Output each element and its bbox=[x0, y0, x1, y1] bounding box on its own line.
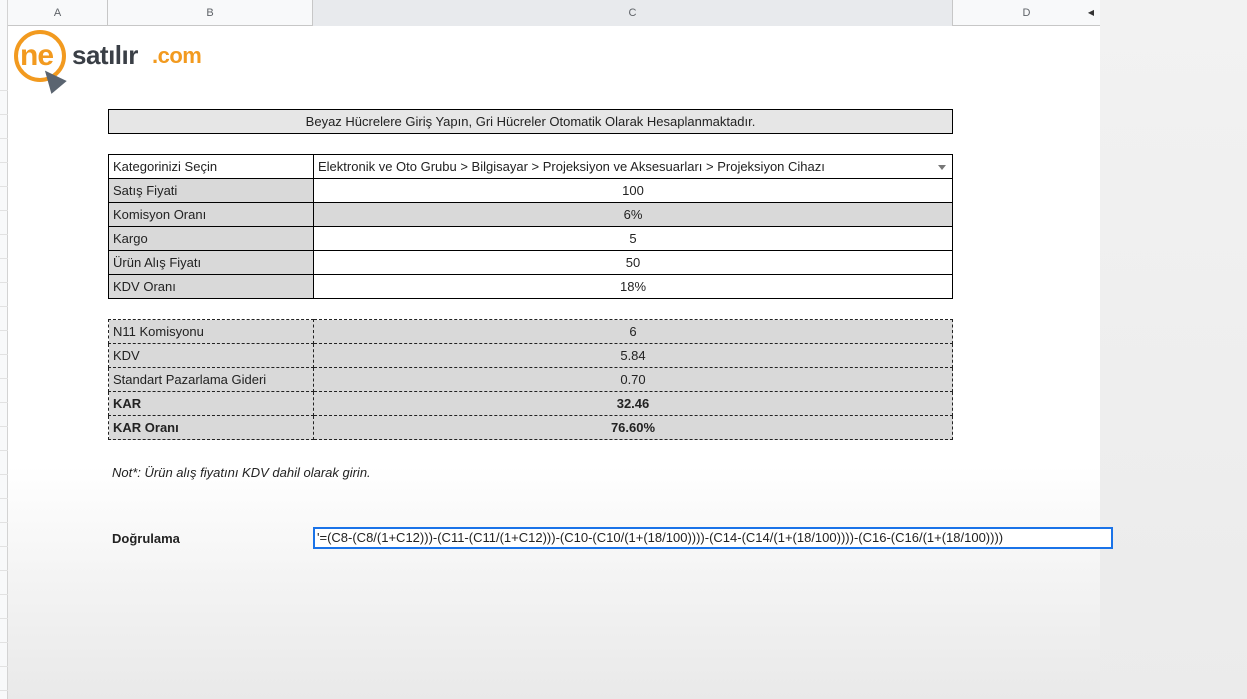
category-label: Kategorinizi Seçin bbox=[108, 154, 314, 179]
logo-suffix: .com bbox=[152, 43, 202, 68]
input-label: Satış Fiyati bbox=[108, 178, 314, 203]
table-row: Kargo 5 bbox=[108, 226, 953, 251]
result-label: Standart Pazarlama Gideri bbox=[108, 367, 314, 392]
shipping-input[interactable]: 5 bbox=[313, 226, 953, 251]
table-row: KAR Oranı 76.60% bbox=[108, 415, 953, 440]
table-row: KDV Oranı 18% bbox=[108, 274, 953, 299]
column-header-a[interactable]: A bbox=[8, 0, 108, 26]
result-label: KAR bbox=[108, 391, 314, 416]
dropdown-arrow-icon[interactable] bbox=[938, 165, 946, 170]
table-row: Ürün Alış Fiyatı 50 bbox=[108, 250, 953, 275]
result-label: N11 Komisyonu bbox=[108, 319, 314, 344]
profit-rate-value: 76.60% bbox=[313, 415, 953, 440]
table-row: KDV 5.84 bbox=[108, 343, 953, 368]
profit-value: 32.46 bbox=[313, 391, 953, 416]
note-text: Not*: Ürün alış fiyatını KDV dahil olara… bbox=[112, 465, 371, 480]
input-label: Ürün Alış Fiyatı bbox=[108, 250, 314, 275]
result-value: 0.70 bbox=[313, 367, 953, 392]
sale-price-input[interactable]: 100 bbox=[313, 178, 953, 203]
category-value: Elektronik ve Oto Grubu > Bilgisayar > P… bbox=[318, 159, 825, 174]
nesatilir-logo: ne satılır .com bbox=[12, 28, 202, 94]
commission-rate-cell: 6% bbox=[313, 202, 953, 227]
column-header-bar: A B C D ◀ bbox=[8, 0, 1100, 26]
logo-name: satılır bbox=[72, 40, 138, 70]
column-header-d[interactable]: D bbox=[953, 0, 1100, 26]
input-label: Komisyon Oranı bbox=[108, 202, 314, 227]
sheet-overflow-area bbox=[1100, 0, 1247, 699]
table-row: KAR 32.46 bbox=[108, 391, 953, 416]
table-row: Komisyon Oranı 6% bbox=[108, 202, 953, 227]
input-label: Kargo bbox=[108, 226, 314, 251]
result-table: N11 Komisyonu 6 KDV 5.84 Standart Pazarl… bbox=[108, 319, 953, 440]
verify-label: Doğrulama bbox=[112, 531, 180, 546]
column-header-c[interactable]: C bbox=[313, 0, 953, 26]
scroll-left-arrow-icon[interactable]: ◀ bbox=[1088, 0, 1094, 26]
table-row: Satış Fiyati 100 bbox=[108, 178, 953, 203]
table-row: Standart Pazarlama Gideri 0.70 bbox=[108, 367, 953, 392]
table-row: Kategorinizi Seçin Elektronik ve Oto Gru… bbox=[108, 154, 953, 179]
input-label: KDV Oranı bbox=[108, 274, 314, 299]
input-table: Kategorinizi Seçin Elektronik ve Oto Gru… bbox=[108, 154, 953, 299]
instructions-banner: Beyaz Hücrelere Giriş Yapın, Gri Hücrele… bbox=[108, 109, 953, 134]
result-label: KDV bbox=[108, 343, 314, 368]
row-number-strip bbox=[0, 0, 8, 699]
result-value: 6 bbox=[313, 319, 953, 344]
formula-cell[interactable]: '=(C8-(C8/(1+C12)))-(C11-(C11/(1+C12)))-… bbox=[313, 527, 1113, 549]
purchase-price-input[interactable]: 50 bbox=[313, 250, 953, 275]
vat-rate-input[interactable]: 18% bbox=[313, 274, 953, 299]
result-value: 5.84 bbox=[313, 343, 953, 368]
result-label: KAR Oranı bbox=[108, 415, 314, 440]
table-row: N11 Komisyonu 6 bbox=[108, 319, 953, 344]
column-header-b[interactable]: B bbox=[108, 0, 313, 26]
category-select[interactable]: Elektronik ve Oto Grubu > Bilgisayar > P… bbox=[313, 154, 953, 179]
